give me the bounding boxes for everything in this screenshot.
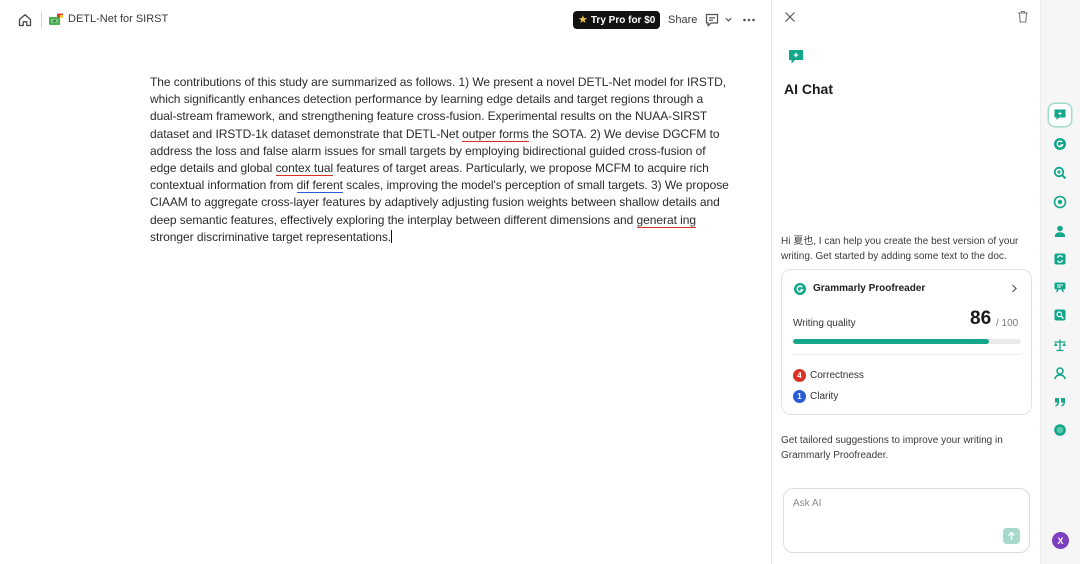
metric-clarity[interactable]: 1 Clarity bbox=[793, 390, 838, 403]
share-button[interactable]: Share bbox=[668, 14, 697, 26]
spelling-error-contextual[interactable]: contex tual bbox=[275, 161, 333, 177]
paraphrase-icon bbox=[1054, 253, 1066, 265]
breadcrumb-divider bbox=[41, 12, 42, 28]
user-icon bbox=[1054, 225, 1066, 237]
rail-citation-button[interactable] bbox=[1049, 391, 1071, 413]
greeting-message: Hi 夏也, I can help you create the best ve… bbox=[781, 236, 1019, 262]
document-body[interactable]: The contributions of this study are summ… bbox=[150, 74, 730, 246]
document-emoji-icon[interactable] bbox=[48, 12, 64, 28]
rail-grammarly-button[interactable] bbox=[1049, 133, 1071, 155]
chevron-right-icon[interactable] bbox=[1010, 284, 1018, 293]
chevron-down-icon[interactable] bbox=[724, 15, 733, 24]
doc-text-segment: stronger discriminative target represent… bbox=[150, 229, 392, 244]
rail-more-tools-button[interactable] bbox=[1049, 419, 1071, 441]
close-icon[interactable] bbox=[784, 11, 796, 23]
divider bbox=[793, 354, 1021, 355]
ai-chat-panel: AI Chat Hi 夏也, I can help you create the… bbox=[771, 0, 1040, 564]
writing-quality-score: 86 bbox=[970, 308, 992, 329]
panel-title: AI Chat bbox=[784, 81, 833, 97]
reader-icon bbox=[1054, 282, 1066, 293]
expert-icon bbox=[1054, 367, 1066, 380]
ai-chat-icon bbox=[1054, 109, 1066, 120]
clarity-error-different[interactable]: dif ferent bbox=[296, 178, 343, 194]
rail-paraphrase-button[interactable] bbox=[1049, 248, 1071, 270]
spelling-error-outperforms[interactable]: outper forms bbox=[462, 126, 529, 142]
tool-rail: X bbox=[1040, 0, 1080, 564]
ai-detector-icon bbox=[1054, 309, 1066, 321]
writing-quality-label: Writing quality bbox=[793, 318, 856, 329]
grammarly-icon bbox=[794, 283, 806, 295]
circle-icon bbox=[1054, 424, 1066, 436]
rail-ai-detector-button[interactable] bbox=[1049, 304, 1071, 326]
top-bar: DETL-Net for SIRST ★ Try Pro for $0 Shar… bbox=[0, 0, 771, 40]
comment-icon[interactable] bbox=[704, 12, 720, 28]
card-title: Grammarly Proofreader bbox=[813, 283, 926, 294]
ask-ai-input[interactable] bbox=[793, 498, 993, 509]
arrow-up-icon bbox=[1008, 531, 1015, 540]
home-icon[interactable] bbox=[17, 12, 33, 28]
writing-quality-max: / 100 bbox=[996, 318, 1019, 329]
ask-ai-box bbox=[783, 488, 1030, 553]
rail-humanizer-button[interactable] bbox=[1049, 191, 1071, 213]
ai-chat-logo-icon bbox=[789, 50, 803, 64]
grammarly-icon bbox=[1054, 138, 1066, 150]
quality-progress-bar bbox=[793, 339, 1021, 344]
more-options-icon[interactable] bbox=[741, 12, 757, 28]
proofreader-card[interactable]: Grammarly Proofreader Writing quality 86… bbox=[781, 269, 1032, 415]
star-icon: ★ bbox=[578, 13, 588, 26]
rail-user-button[interactable] bbox=[1049, 220, 1071, 242]
rail-expert-button[interactable] bbox=[1049, 362, 1071, 384]
rail-ai-chat-button[interactable] bbox=[1049, 104, 1071, 126]
trash-icon[interactable] bbox=[1017, 10, 1029, 23]
text-cursor bbox=[391, 229, 393, 243]
try-pro-label: Try Pro for $0 bbox=[590, 14, 656, 26]
document-title[interactable]: DETL-Net for SIRST bbox=[68, 13, 168, 25]
search-plus-icon bbox=[1053, 166, 1067, 180]
send-button[interactable] bbox=[1003, 528, 1020, 544]
spelling-error-generating[interactable]: generat ing bbox=[636, 212, 696, 228]
quality-progress-fill bbox=[793, 339, 990, 344]
correctness-label: Correctness bbox=[810, 370, 864, 381]
clarity-count-badge: 1 bbox=[793, 390, 806, 403]
avatar[interactable]: X bbox=[1052, 532, 1069, 549]
try-pro-button[interactable]: ★ Try Pro for $0 bbox=[573, 11, 661, 29]
tailored-suggestions-text: Get tailored suggestions to improve your… bbox=[781, 435, 1003, 461]
clarity-label: Clarity bbox=[810, 391, 839, 402]
quote-icon bbox=[1055, 398, 1065, 407]
rail-scales-button[interactable] bbox=[1049, 334, 1071, 356]
correctness-count-badge: 4 bbox=[793, 369, 806, 382]
rail-reader-button[interactable] bbox=[1049, 276, 1071, 298]
humanizer-icon bbox=[1053, 195, 1067, 209]
metric-correctness[interactable]: 4 Correctness bbox=[793, 369, 864, 382]
rail-search-button[interactable] bbox=[1049, 162, 1071, 184]
scales-icon bbox=[1054, 339, 1066, 352]
